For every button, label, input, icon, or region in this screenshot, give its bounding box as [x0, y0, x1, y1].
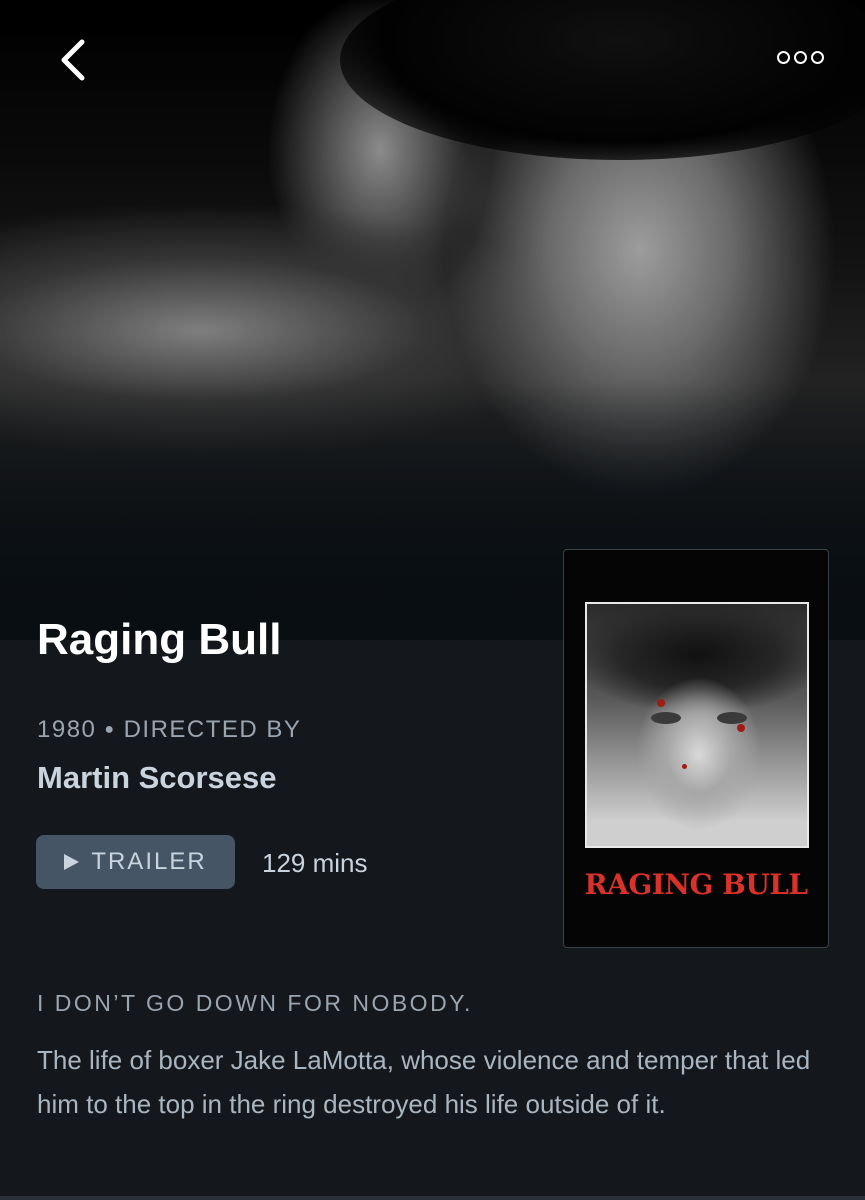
poster-title: RAGING BULL: [584, 868, 808, 901]
trailer-button[interactable]: TRAILER: [36, 835, 235, 889]
film-meta: 1980 ● DIRECTED BY: [37, 716, 301, 744]
film-poster[interactable]: RAGING BULL: [563, 549, 829, 948]
more-options-button[interactable]: [765, 30, 835, 90]
tagline: I DON’T GO DOWN FOR NOBODY.: [37, 990, 473, 1016]
film-detail-screen: RAGING BULL Raging Bull 1980 ● DIRECTED BY…: [0, 0, 865, 1200]
film-title: Raging Bull: [37, 615, 282, 664]
synopsis[interactable]: The life of boxer Jake LaMotta, whose vi…: [37, 1038, 827, 1126]
director-link[interactable]: Martin Scorsese: [37, 760, 277, 796]
back-button[interactable]: [38, 30, 108, 90]
poster-artwork: [585, 602, 809, 848]
runtime: 129 mins: [262, 848, 368, 878]
directed-by-label: DIRECTED BY: [123, 716, 302, 743]
backdrop-image: [0, 0, 865, 640]
play-icon: [64, 854, 80, 870]
chevron-left-icon: [61, 39, 85, 81]
trailer-label: TRAILER: [91, 848, 207, 875]
more-options-icon: [775, 51, 826, 69]
release-year[interactable]: 1980: [37, 716, 96, 743]
separator-dot: ●: [104, 721, 116, 738]
divider: [0, 1196, 865, 1200]
